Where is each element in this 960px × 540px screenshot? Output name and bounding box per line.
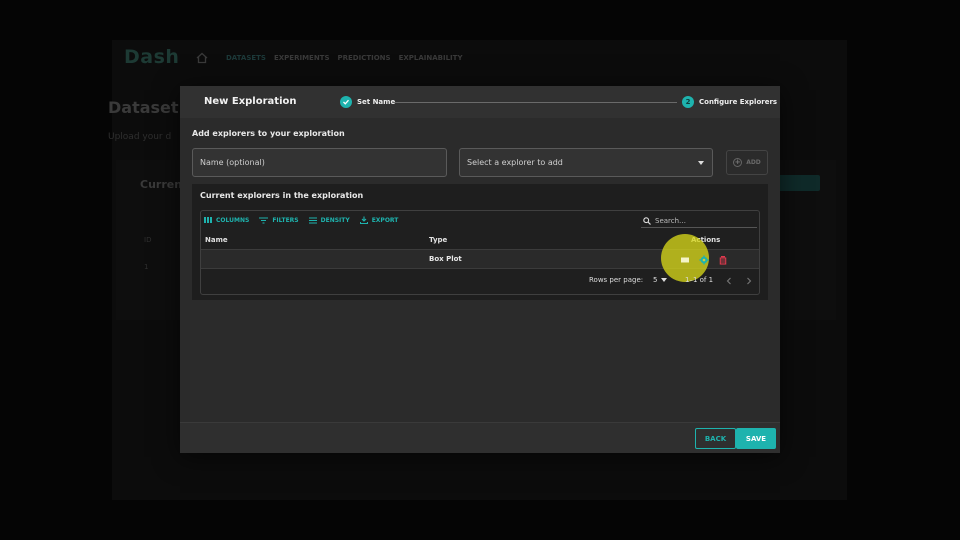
view-icon[interactable] <box>680 255 690 265</box>
filters-button[interactable]: FILTERS <box>259 216 299 224</box>
back-button[interactable]: BACK <box>695 428 736 449</box>
explorers-grid: COLUMNS FILTERS DENSITY EXPORT Search… N… <box>200 210 760 295</box>
search-icon <box>643 216 651 225</box>
rows-per-page-value: 5 <box>653 276 658 284</box>
column-header-name[interactable]: Name <box>205 236 228 244</box>
nav-datasets[interactable]: DATASETS <box>226 54 266 62</box>
row-type-cell: Box Plot <box>429 255 462 263</box>
nav-explainability[interactable]: EXPLAINABILITY <box>399 54 463 62</box>
page-subtitle: Upload your d <box>108 132 172 142</box>
columns-icon <box>204 217 212 223</box>
step-set-name[interactable]: Set Name <box>340 96 395 108</box>
rows-per-page-label: Rows per page: <box>589 276 644 284</box>
section-label: Add explorers to your exploration <box>192 129 345 138</box>
step-label: Set Name <box>357 98 396 106</box>
density-button[interactable]: DENSITY <box>308 216 350 224</box>
name-field[interactable]: Name (optional) <box>192 148 447 177</box>
search-input[interactable]: Search… <box>641 214 757 228</box>
chevron-right-icon[interactable] <box>746 277 752 285</box>
modal-header: New Exploration Set Name 2 Configure Exp… <box>180 86 780 118</box>
explorer-select[interactable]: Select a explorer to add <box>459 148 713 177</box>
explorer-select-placeholder: Select a explorer to add <box>467 158 563 167</box>
add-label: ADD <box>746 159 761 166</box>
modal-footer: BACK SAVE <box>180 422 780 453</box>
modal-title: New Exploration <box>204 96 297 107</box>
column-header-type[interactable]: Type <box>429 236 447 244</box>
step-configure-explorers[interactable]: 2 Configure Explorers <box>682 96 777 108</box>
search-placeholder: Search… <box>655 216 687 225</box>
top-nav: DATASETS EXPERIMENTS PREDICTIONS EXPLAIN… <box>226 54 463 62</box>
columns-label: COLUMNS <box>216 216 250 224</box>
pagination-range: 1–1 of 1 <box>685 276 714 284</box>
chevron-left-icon[interactable] <box>726 277 732 285</box>
panel-title: Current explorers in the exploration <box>200 191 364 200</box>
nav-predictions[interactable]: PREDICTIONS <box>338 54 391 62</box>
chevron-down-icon <box>698 160 704 165</box>
gear-icon[interactable] <box>699 255 709 265</box>
download-icon <box>359 216 368 224</box>
name-field-placeholder: Name (optional) <box>200 158 265 167</box>
nav-experiments[interactable]: EXPERIMENTS <box>274 54 330 62</box>
step-label: Configure Explorers <box>699 98 778 106</box>
density-label: DENSITY <box>320 216 350 224</box>
new-exploration-modal: New Exploration Set Name 2 Configure Exp… <box>180 86 780 453</box>
explorers-panel: Current explorers in the exploration COL… <box>192 184 768 300</box>
chevron-down-icon <box>661 278 668 282</box>
density-icon <box>308 216 317 224</box>
rows-per-page-select[interactable]: 5 <box>653 276 668 284</box>
check-icon <box>340 96 352 108</box>
app-logo: Dash <box>124 46 180 68</box>
filter-icon <box>259 216 269 224</box>
add-explorer-button[interactable]: + ADD <box>726 150 768 175</box>
export-label: EXPORT <box>371 216 399 224</box>
delete-icon[interactable] <box>718 255 728 265</box>
filters-label: FILTERS <box>272 216 299 224</box>
step-number: 2 <box>682 96 694 108</box>
plus-circle-icon: + <box>733 158 743 167</box>
columns-button[interactable]: COLUMNS <box>204 216 249 224</box>
export-button[interactable]: EXPORT <box>359 216 399 224</box>
table-id-header: ID <box>144 236 152 244</box>
home-icon[interactable] <box>196 52 208 64</box>
stepper-connector <box>395 102 677 103</box>
table-row[interactable]: Box Plot <box>201 234 759 282</box>
table-row-id: 1 <box>144 263 149 271</box>
card-add-button[interactable] <box>778 175 820 191</box>
card-title: Curren <box>140 178 183 191</box>
save-button[interactable]: SAVE <box>736 428 776 449</box>
grid-toolbar: COLUMNS FILTERS DENSITY EXPORT <box>204 216 398 224</box>
page-title: Dataset <box>108 98 179 117</box>
